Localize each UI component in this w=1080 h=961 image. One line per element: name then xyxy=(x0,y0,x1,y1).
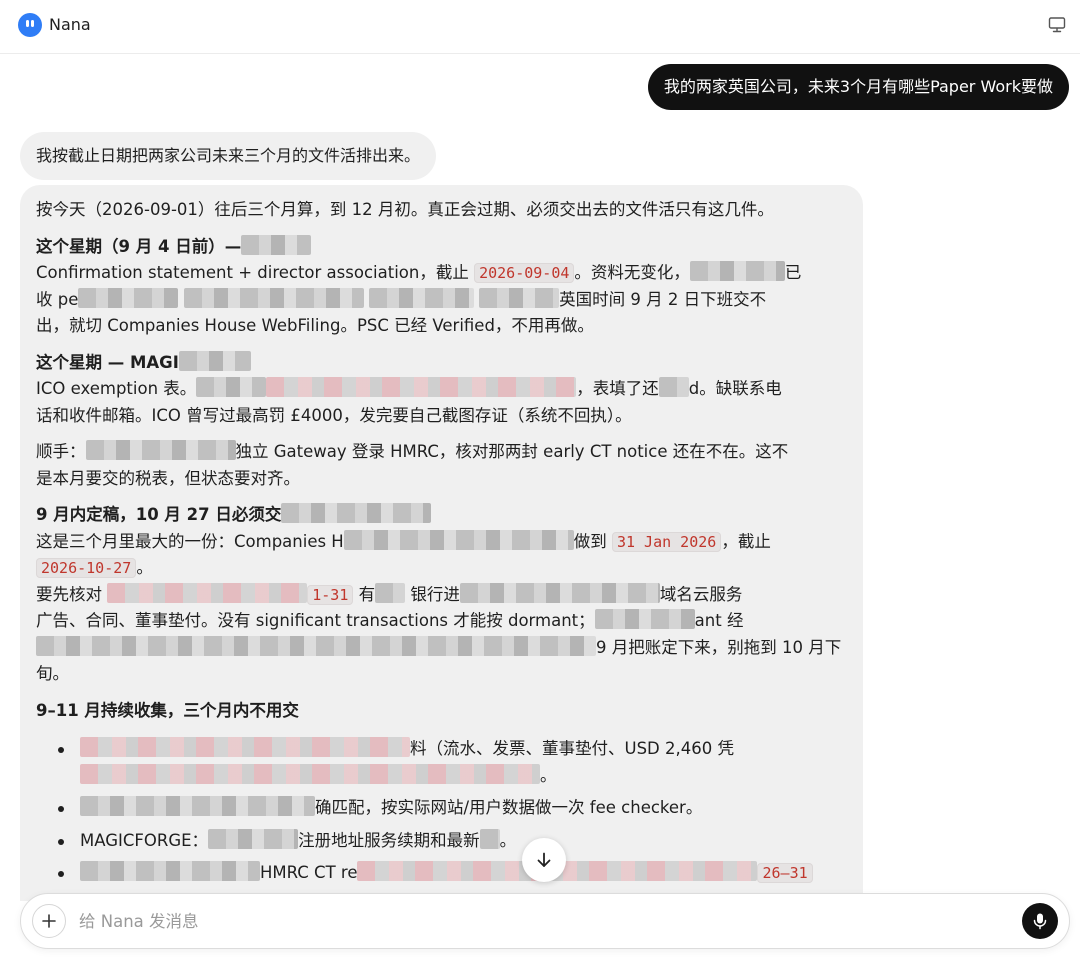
redacted-text xyxy=(479,828,500,849)
user-message-bubble: 我的两家英国公司，未来3个月有哪些Paper Work要做 xyxy=(647,64,1069,110)
section-heading: 9–11 月持续收集，三个月内不用交 xyxy=(36,700,299,720)
text-span: MAGICFORGE： xyxy=(80,830,209,850)
ongoing-list: 料（流水、发票、董事垫付、USD 2,460 凭 。 确匹配，按实际网站/用户数… xyxy=(36,736,851,887)
text-span: ，截止 xyxy=(721,531,771,551)
redacted-text xyxy=(343,529,574,550)
attach-button[interactable] xyxy=(32,904,66,938)
redacted-text xyxy=(266,377,577,397)
text-span: 有 xyxy=(353,584,376,604)
list-item: MAGICFORGE： 注册地址服务续期和最新。 xyxy=(58,828,851,855)
text-span: 已 xyxy=(784,263,802,282)
section-september-final: 9 月内定稿，10 月 27 日必须交 这是三个月里最大的一份：Companie… xyxy=(36,502,851,688)
redacted-text xyxy=(208,828,299,849)
redacted-text xyxy=(80,796,315,816)
text-span: HMRC CT re xyxy=(260,863,358,882)
text-span: 。资料无变化， xyxy=(574,263,690,282)
list-item: HMRC CT re 26–31 xyxy=(58,860,851,887)
redacted-text xyxy=(80,763,540,784)
redacted-text xyxy=(178,350,251,371)
text-span: 确匹配，按实际网站/用户数据做一次 fee checker。 xyxy=(315,798,703,817)
list-item: 料（流水、发票、董事垫付、USD 2,460 凭 。 xyxy=(58,736,851,789)
opening-paragraph: 按今天（2026-09-01）往后三个月算，到 12 月初。真正会过期、必须交出… xyxy=(36,200,774,219)
text-span: 注册地址服务续期和最新 xyxy=(298,830,480,850)
redacted-text xyxy=(594,609,695,629)
redacted-text xyxy=(375,582,406,603)
date-code: 1-31 xyxy=(307,584,354,605)
message-input[interactable] xyxy=(79,902,999,940)
microphone-button[interactable] xyxy=(1022,903,1058,939)
text-span: Confirmation statement + director associ… xyxy=(36,263,475,282)
section-by-the-way: 顺手： 独立 Gateway 登录 HMRC，核对那两封 early CT not… xyxy=(36,439,851,492)
list-item: 确匹配，按实际网站/用户数据做一次 fee checker。 xyxy=(58,795,851,822)
text-span: ，表填了还 xyxy=(576,379,659,398)
scroll-to-bottom-button[interactable] xyxy=(522,838,566,882)
redacted-text xyxy=(281,503,432,523)
redacted-text xyxy=(85,440,236,460)
section-heading: 9 月内定稿，10 月 27 日必须交 xyxy=(36,505,282,524)
text-span: 银行进 xyxy=(405,584,460,604)
nana-logo-icon xyxy=(18,13,42,37)
redacted-text xyxy=(80,737,410,757)
text-span: 独立 Gateway 登录 HMRC，核对那两封 early CT notice… xyxy=(235,442,789,461)
assistant-intro-bubble: 我按截止日期把两家公司未来三个月的文件活排出来。 xyxy=(20,132,437,180)
text-line: 是本月要交的税表，但状态要对齐。 xyxy=(36,468,300,488)
text-span: 顺手： xyxy=(36,442,86,461)
text-span: 收 pe xyxy=(36,289,79,309)
text-span: ICO exemption 表。 xyxy=(36,379,197,398)
monitor-icon[interactable] xyxy=(1048,16,1066,34)
redacted-text xyxy=(241,234,312,255)
text-span: 。 xyxy=(499,830,517,850)
text-span: 料（流水、发票、董事垫付、USD 2,460 凭 xyxy=(410,739,734,758)
text-span: d。缺联系电 xyxy=(688,379,782,398)
redacted-text xyxy=(196,377,267,397)
text-span: 做到 xyxy=(573,531,612,551)
date-code: 2026-10-27 xyxy=(36,558,137,578)
date-code: 26–31 xyxy=(757,863,813,883)
redacted-text xyxy=(689,261,785,281)
text-line: 出，就切 Companies House WebFiling。PSC 已经 Ve… xyxy=(36,316,594,335)
redacted-text xyxy=(107,582,308,603)
app-title: Nana xyxy=(49,15,91,34)
text-span: 要先核对 xyxy=(36,584,108,604)
section-this-week-2: 这个星期 — MAGI ICO exemption 表。 ，表填了还 d。缺联系电 … xyxy=(36,350,851,430)
text-span: 英国时间 9 月 2 日下班交不 xyxy=(559,289,767,309)
redacted-text xyxy=(36,635,596,656)
section-heading: 这个星期（9 月 4 日前）— xyxy=(36,236,242,256)
redacted-text xyxy=(459,582,660,603)
text-span: 域名云服务 xyxy=(659,584,743,604)
section-ongoing: 9–11 月持续收集，三个月内不用交 料（流水、发票、董事垫付、USD 2,46… xyxy=(36,698,851,887)
date-code: 31 Jan 2026 xyxy=(611,531,722,552)
section-heading: 这个星期 — MAGI xyxy=(36,352,179,372)
assistant-message-body: 按今天（2026-09-01）往后三个月算，到 12 月初。真正会过期、必须交出… xyxy=(36,197,851,897)
text-span: 广告、合同、董事垫付。没有 significant transactions 才… xyxy=(36,611,595,630)
message-composer xyxy=(20,893,1070,949)
redacted-text xyxy=(183,287,364,308)
redacted-text xyxy=(479,287,560,308)
date-code: 2026-09-04 xyxy=(474,263,575,283)
plus-icon xyxy=(42,914,56,928)
text-span: 。 xyxy=(540,765,557,785)
app-header: Nana xyxy=(0,0,1080,54)
text-span: 。 xyxy=(136,558,153,577)
text-span: 这是三个月里最大的一份：Companies H xyxy=(36,531,344,551)
assistant-message-card: 按今天（2026-09-01）往后三个月算，到 12 月初。真正会过期、必须交出… xyxy=(20,185,863,901)
text-line: 话和收件邮箱。ICO 曾写过最高罚 £4000，发完要自己截图存证（系统不回执）… xyxy=(36,405,632,425)
microphone-icon xyxy=(1033,913,1047,930)
redacted-text xyxy=(368,287,474,308)
redacted-text xyxy=(658,377,689,397)
section-this-week-1: 这个星期（9 月 4 日前）— Confirmation statement +… xyxy=(36,234,851,340)
redacted-text xyxy=(80,861,260,881)
arrow-down-icon xyxy=(537,852,551,867)
text-span: ant 经 xyxy=(694,611,744,630)
redacted-text xyxy=(78,287,179,308)
